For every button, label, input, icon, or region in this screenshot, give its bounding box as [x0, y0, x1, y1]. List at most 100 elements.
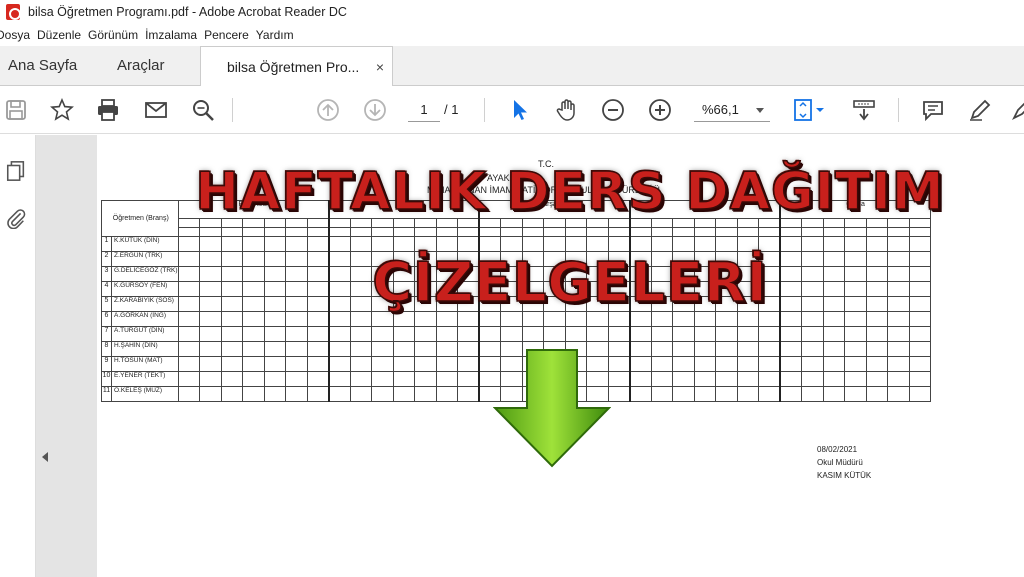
tab-document[interactable]: bilsa Öğretmen Pro... × — [200, 46, 393, 87]
pages-icon[interactable] — [5, 160, 27, 182]
toolbar-separator — [898, 98, 899, 122]
lesson-cell — [779, 356, 803, 372]
highlight-icon[interactable] — [1010, 98, 1024, 122]
lesson-cell — [457, 326, 481, 342]
lesson-cell — [672, 356, 695, 372]
zoom-in-icon[interactable] — [648, 98, 672, 122]
overlay-title-line-1: HAFTALIK DERS DAĞITIM — [195, 161, 945, 223]
teacher-name: K.GÜRSOY (FEN) — [111, 281, 179, 297]
lesson-cell — [801, 326, 824, 342]
lesson-cell — [263, 266, 287, 282]
lesson-cell — [328, 251, 351, 267]
lesson-cell — [908, 326, 932, 342]
lesson-cell — [285, 356, 308, 372]
zoom-search-icon[interactable] — [191, 98, 215, 122]
lesson-cell — [607, 326, 631, 342]
menu-duzenle[interactable]: Düzenle — [37, 28, 92, 42]
teacher-name: Z.KARABIYIK (SOS) — [111, 296, 179, 312]
lesson-cell — [242, 281, 265, 297]
close-tab-icon[interactable]: × — [376, 47, 384, 87]
document-date: 08/02/2021 — [817, 445, 858, 454]
time-header-row — [102, 227, 932, 237]
fit-page-icon[interactable] — [792, 98, 826, 122]
lesson-cell — [908, 311, 932, 327]
time-cell — [758, 227, 782, 237]
menu-gorunum[interactable]: Görünüm — [88, 28, 149, 42]
lesson-cell — [242, 311, 265, 327]
lesson-cell — [414, 341, 437, 357]
chevron-down-icon — [756, 108, 764, 113]
select-cursor-icon[interactable] — [508, 98, 532, 122]
page-up-icon[interactable] — [316, 98, 340, 122]
comment-icon[interactable] — [921, 98, 945, 122]
tab-document-label: bilsa Öğretmen Pro... — [227, 59, 360, 75]
collapse-panel-icon[interactable] — [42, 452, 48, 462]
time-cell — [263, 227, 287, 237]
lesson-cell — [672, 326, 695, 342]
menu-dosya[interactable]: Dosya — [0, 28, 41, 42]
menu-pencere[interactable]: Pencere — [204, 28, 260, 42]
row-number: 10 — [101, 371, 112, 387]
lesson-cell — [908, 296, 932, 312]
lesson-cell — [392, 341, 416, 357]
lesson-cell — [242, 296, 265, 312]
time-cell — [650, 227, 674, 237]
lesson-cell — [306, 386, 330, 402]
lesson-cell — [285, 251, 308, 267]
lesson-cell — [844, 266, 867, 282]
lesson-cell — [371, 371, 394, 387]
lesson-cell — [328, 296, 351, 312]
page-number-input[interactable]: 1 — [408, 98, 440, 122]
row-number: 8 — [101, 341, 112, 357]
lesson-cell — [199, 386, 222, 402]
lesson-cell — [844, 356, 867, 372]
time-cell — [887, 227, 910, 237]
save-icon[interactable] — [4, 98, 28, 122]
lesson-cell — [328, 326, 351, 342]
lesson-cell — [779, 326, 803, 342]
lesson-cell — [414, 326, 437, 342]
lesson-cell — [607, 386, 631, 402]
time-cell — [865, 227, 889, 237]
lesson-cell — [478, 326, 502, 342]
attachment-icon[interactable] — [5, 207, 27, 229]
lesson-cell — [865, 341, 889, 357]
time-cell — [736, 227, 760, 237]
menu-yardim[interactable]: Yardım — [256, 28, 305, 42]
lesson-cell — [306, 266, 330, 282]
page-count: / 1 — [444, 102, 459, 117]
time-cell — [414, 227, 437, 237]
mail-icon[interactable] — [144, 98, 168, 122]
lesson-cell — [285, 281, 308, 297]
lesson-cell — [392, 386, 416, 402]
zoom-level-dropdown[interactable]: %66,1 — [694, 98, 770, 122]
lesson-cell — [285, 311, 308, 327]
lesson-cell — [263, 341, 287, 357]
lesson-cell — [435, 326, 459, 342]
tab-tools[interactable]: Araçlar — [117, 46, 165, 86]
time-cell — [328, 227, 351, 237]
lesson-cell — [242, 356, 265, 372]
lesson-cell — [177, 236, 201, 252]
print-icon[interactable] — [96, 98, 120, 122]
overlay-title-line-2: ÇİZELGELERİ — [372, 250, 768, 315]
scroll-mode-icon[interactable] — [852, 98, 876, 122]
toolbar: 1 / 1 %66,1 — [0, 86, 1024, 134]
zoom-level-value: %66,1 — [702, 102, 739, 117]
lesson-cell — [328, 281, 351, 297]
star-icon[interactable] — [50, 98, 74, 122]
menu-imzalama[interactable]: İmzalama — [145, 28, 208, 42]
lesson-cell — [263, 356, 287, 372]
pen-icon[interactable] — [968, 98, 992, 122]
lesson-cell — [650, 371, 674, 387]
lesson-cell — [779, 281, 803, 297]
page-down-icon[interactable] — [363, 98, 387, 122]
time-cell — [543, 227, 566, 237]
lesson-cell — [242, 371, 265, 387]
tab-home[interactable]: Ana Sayfa — [8, 46, 77, 86]
lesson-cell — [306, 326, 330, 342]
hand-icon[interactable] — [555, 98, 579, 122]
signer-title: Okul Müdürü — [817, 458, 863, 467]
lesson-cell — [887, 371, 910, 387]
zoom-out-icon[interactable] — [601, 98, 625, 122]
